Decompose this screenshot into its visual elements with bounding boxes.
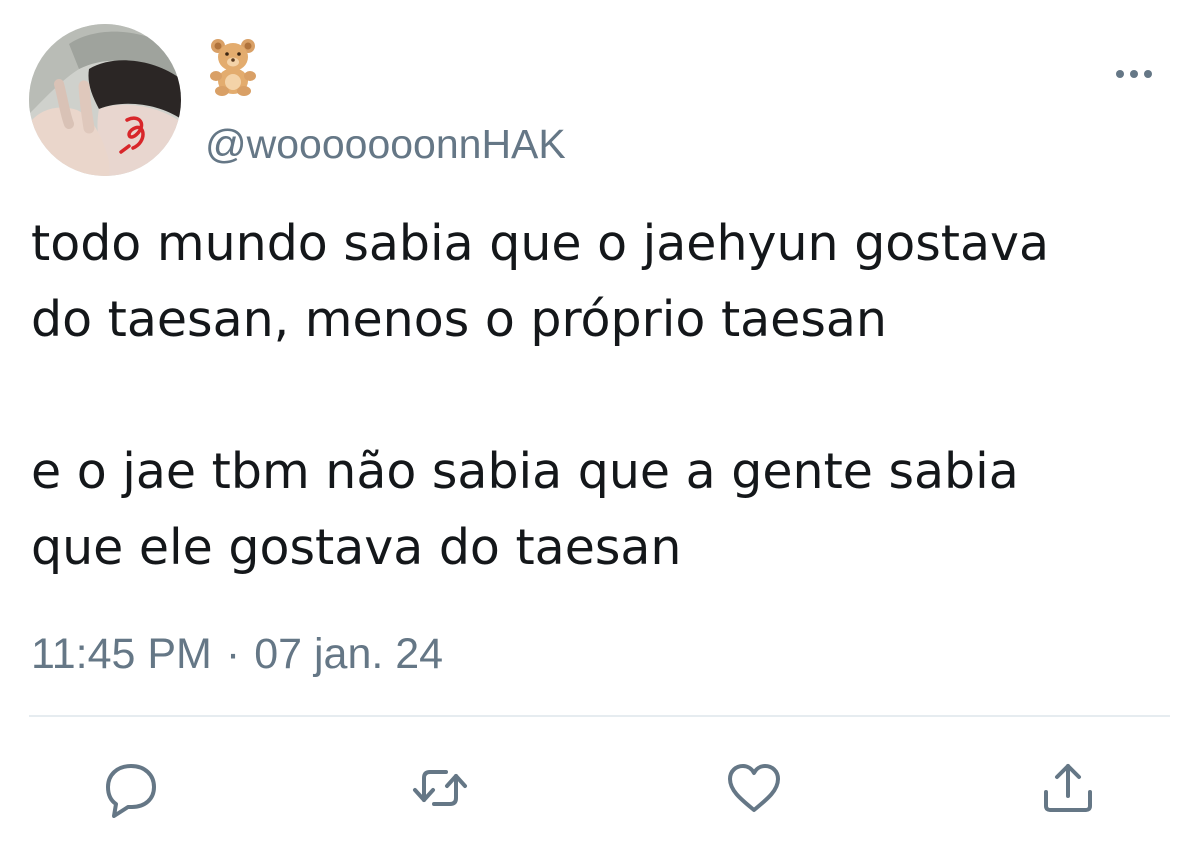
heart-icon	[728, 764, 780, 812]
like-button[interactable]	[724, 758, 784, 818]
reply-button[interactable]	[101, 758, 161, 818]
retweet-arrows-icon	[413, 770, 467, 806]
user-handle[interactable]: @wooooooonnHAK	[205, 116, 566, 172]
retweet-button[interactable]	[410, 758, 470, 818]
avatar[interactable]	[29, 24, 181, 176]
avatar-photo	[29, 24, 181, 176]
tweet-text-line: e o jae tbm não sabia que a gente sabia	[31, 443, 1019, 500]
share-button[interactable]	[1038, 758, 1098, 818]
ellipsis-icon	[1116, 70, 1152, 78]
tweet-timestamp[interactable]: 11:45 PM · 07 jan. 24	[31, 624, 443, 684]
divider	[29, 715, 1170, 717]
share-upload-icon	[1044, 764, 1092, 812]
more-options-button[interactable]	[1110, 60, 1166, 88]
tweet-text: todo mundo sabia que o jaehyun gostava d…	[31, 206, 1191, 586]
tweet-time: 11:45 PM	[31, 630, 212, 678]
tweet-text-line: que ele gostava do taesan	[31, 519, 682, 576]
tweet-text-line: do taesan, menos o próprio taesan	[31, 291, 887, 348]
tweet-text-line: todo mundo sabia que o jaehyun gostava	[31, 215, 1050, 272]
tweet-date: 07 jan. 24	[254, 630, 444, 678]
timestamp-separator: ·	[225, 630, 241, 678]
comment-bubble-icon	[106, 764, 156, 818]
teddy-bear-icon	[206, 36, 260, 96]
